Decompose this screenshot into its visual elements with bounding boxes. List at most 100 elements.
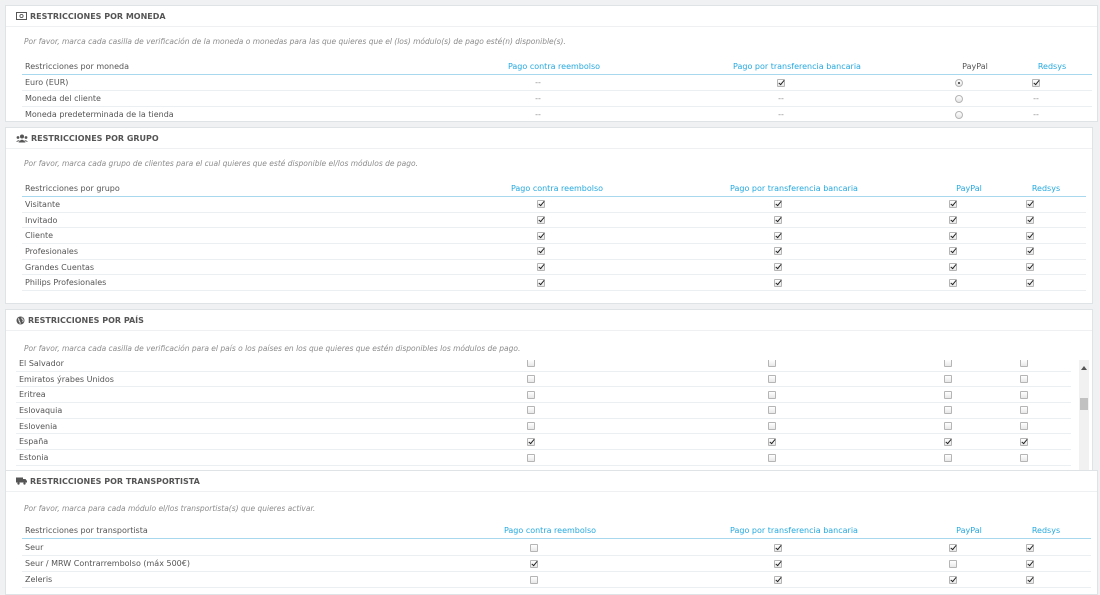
column-header-cod[interactable]: Pago contra reembolso: [500, 522, 600, 538]
cod-checkbox[interactable]: [527, 406, 535, 415]
bankwire-checkbox[interactable]: [777, 78, 785, 87]
paypal-radio[interactable]: [955, 110, 963, 119]
column-header-redsys[interactable]: Redsys: [1027, 58, 1077, 74]
bankwire-checkbox[interactable]: [774, 247, 782, 256]
column-header-cod[interactable]: Pago contra reembolso: [504, 58, 604, 74]
cell-paypal: [928, 387, 968, 402]
not-applicable-dash: --: [535, 94, 541, 103]
redsys-checkbox[interactable]: [1020, 375, 1028, 384]
column-header-bankwire[interactable]: Pago por transferencia bancaria: [724, 522, 864, 538]
cell-cod: [514, 540, 554, 555]
bankwire-checkbox[interactable]: [768, 390, 776, 399]
paypal-checkbox[interactable]: [949, 216, 957, 225]
redsys-checkbox[interactable]: [1020, 437, 1028, 446]
cod-checkbox[interactable]: [537, 231, 545, 240]
bankwire-checkbox[interactable]: [768, 422, 776, 431]
cod-checkbox[interactable]: [537, 247, 545, 256]
redsys-checkbox[interactable]: [1026, 200, 1034, 209]
redsys-checkbox[interactable]: [1026, 543, 1034, 552]
paypal-checkbox[interactable]: [949, 247, 957, 256]
column-header-paypal[interactable]: PayPal: [944, 522, 994, 538]
bankwire-checkbox[interactable]: [774, 559, 782, 568]
paypal-checkbox[interactable]: [944, 437, 952, 446]
cod-checkbox[interactable]: [527, 360, 535, 368]
redsys-checkbox[interactable]: [1020, 422, 1028, 431]
cell-redsys: [1004, 387, 1044, 402]
paypal-checkbox[interactable]: [949, 543, 957, 552]
cod-checkbox[interactable]: [530, 559, 538, 568]
paypal-checkbox[interactable]: [949, 575, 957, 584]
cod-checkbox[interactable]: [537, 200, 545, 209]
redsys-checkbox[interactable]: [1026, 559, 1034, 568]
country-list[interactable]: El Salvador Emiratos ýrabes Unidos Eritrea…: [6, 360, 1092, 470]
paypal-radio[interactable]: [955, 94, 963, 103]
not-applicable-dash: --: [778, 110, 784, 119]
cod-checkbox[interactable]: [530, 575, 538, 584]
carrier-restrictions-panel: RESTRICCIONES POR TRANSPORTISTA Por favo…: [5, 470, 1098, 595]
scroll-up-arrow-icon[interactable]: [1079, 364, 1089, 372]
redsys-checkbox[interactable]: [1020, 453, 1028, 462]
bankwire-checkbox[interactable]: [768, 360, 776, 368]
cell-bankwire: [752, 387, 792, 402]
bankwire-checkbox[interactable]: [768, 453, 776, 462]
redsys-checkbox[interactable]: [1032, 78, 1040, 87]
row-label: El Salvador: [19, 360, 64, 368]
column-header-bankwire[interactable]: Pago por transferencia bancaria: [727, 58, 867, 74]
redsys-checkbox[interactable]: [1020, 390, 1028, 399]
paypal-checkbox[interactable]: [949, 263, 957, 272]
cell-cod: --: [518, 91, 558, 106]
bankwire-checkbox[interactable]: [768, 437, 776, 446]
cod-checkbox[interactable]: [530, 543, 538, 552]
cod-checkbox[interactable]: [537, 263, 545, 272]
redsys-checkbox[interactable]: [1026, 278, 1034, 287]
cell-paypal: [928, 360, 968, 371]
cod-checkbox[interactable]: [537, 278, 545, 287]
column-header-cod[interactable]: Pago contra reembolso: [507, 180, 607, 196]
paypal-checkbox[interactable]: [944, 375, 952, 384]
column-header-redsys[interactable]: Redsys: [1021, 180, 1071, 196]
redsys-checkbox[interactable]: [1026, 575, 1034, 584]
paypal-checkbox[interactable]: [949, 559, 957, 568]
redsys-checkbox[interactable]: [1026, 247, 1034, 256]
not-applicable-dash: --: [778, 94, 784, 103]
column-header-redsys[interactable]: Redsys: [1021, 522, 1071, 538]
redsys-checkbox[interactable]: [1020, 360, 1028, 368]
cod-checkbox[interactable]: [527, 437, 535, 446]
redsys-checkbox[interactable]: [1026, 216, 1034, 225]
paypal-checkbox[interactable]: [949, 200, 957, 209]
cell-redsys: [1004, 372, 1044, 387]
redsys-checkbox[interactable]: [1020, 406, 1028, 415]
cod-checkbox[interactable]: [537, 216, 545, 225]
column-header-bankwire[interactable]: Pago por transferencia bancaria: [724, 180, 864, 196]
cell-bankwire: [758, 244, 798, 259]
bankwire-checkbox[interactable]: [774, 200, 782, 209]
paypal-radio[interactable]: [955, 78, 963, 87]
paypal-checkbox[interactable]: [944, 453, 952, 462]
scroll-thumb[interactable]: [1080, 398, 1088, 410]
country-list-scrollbar[interactable]: [1079, 360, 1089, 470]
redsys-checkbox[interactable]: [1026, 263, 1034, 272]
bankwire-checkbox[interactable]: [768, 375, 776, 384]
bankwire-checkbox[interactable]: [774, 263, 782, 272]
paypal-checkbox[interactable]: [949, 278, 957, 287]
cell-bankwire: [758, 197, 798, 212]
paypal-checkbox[interactable]: [949, 231, 957, 240]
paypal-checkbox[interactable]: [944, 390, 952, 399]
table-header: Restricciones por grupo Pago contra reem…: [22, 180, 1086, 197]
paypal-checkbox[interactable]: [944, 422, 952, 431]
bankwire-checkbox[interactable]: [774, 575, 782, 584]
bankwire-checkbox[interactable]: [774, 216, 782, 225]
paypal-checkbox[interactable]: [944, 406, 952, 415]
cod-checkbox[interactable]: [527, 375, 535, 384]
redsys-checkbox[interactable]: [1026, 231, 1034, 240]
bankwire-checkbox[interactable]: [774, 231, 782, 240]
cod-checkbox[interactable]: [527, 390, 535, 399]
bankwire-checkbox[interactable]: [774, 278, 782, 287]
paypal-checkbox[interactable]: [944, 360, 952, 368]
bankwire-checkbox[interactable]: [774, 543, 782, 552]
cod-checkbox[interactable]: [527, 453, 535, 462]
bankwire-checkbox[interactable]: [768, 406, 776, 415]
column-header-paypal[interactable]: PayPal: [944, 180, 994, 196]
cell-bankwire: [758, 572, 798, 587]
cod-checkbox[interactable]: [527, 422, 535, 431]
